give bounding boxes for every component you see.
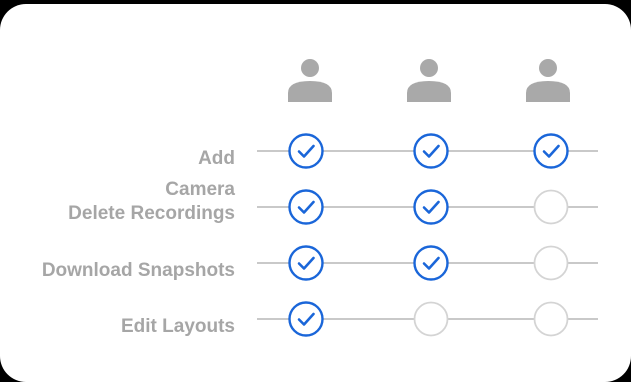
permission-label-download-snapshots: Download Snapshots <box>41 260 235 281</box>
check-circle-icon <box>288 245 324 281</box>
permission-label-edit-layouts: Edit Layouts <box>120 316 235 337</box>
user-avatar-3 <box>525 58 571 102</box>
user-icon <box>526 59 570 102</box>
permission-toggle[interactable] <box>288 189 324 225</box>
user-avatar-1 <box>287 58 333 102</box>
permission-toggle[interactable] <box>533 189 569 225</box>
check-circle-icon <box>413 245 449 281</box>
permission-toggle[interactable] <box>413 245 449 281</box>
permission-toggle[interactable] <box>288 245 324 281</box>
check-circle-icon <box>288 133 324 169</box>
permission-label-add: Add <box>198 148 235 169</box>
permissions-card: Add Camera Delete Recordings Download Sn… <box>0 4 631 382</box>
user-avatar-2 <box>406 58 452 102</box>
permission-toggle[interactable] <box>413 301 449 337</box>
permission-toggle[interactable] <box>413 189 449 225</box>
empty-circle-icon <box>413 301 449 337</box>
user-icon <box>407 59 451 102</box>
user-icon <box>288 59 332 102</box>
permission-toggle[interactable] <box>533 133 569 169</box>
empty-circle-icon <box>533 301 569 337</box>
permission-label-delete-recordings: Delete Recordings <box>68 203 235 224</box>
check-circle-icon <box>413 189 449 225</box>
empty-circle-icon <box>533 189 569 225</box>
check-circle-icon <box>288 301 324 337</box>
permission-toggle[interactable] <box>413 133 449 169</box>
permission-toggle[interactable] <box>288 301 324 337</box>
empty-circle-icon <box>533 245 569 281</box>
permission-label-camera: Camera <box>165 179 235 200</box>
check-circle-icon <box>413 133 449 169</box>
permission-toggle[interactable] <box>533 245 569 281</box>
permission-toggle[interactable] <box>533 301 569 337</box>
check-circle-icon <box>533 133 569 169</box>
permission-toggle[interactable] <box>288 133 324 169</box>
check-circle-icon <box>288 189 324 225</box>
